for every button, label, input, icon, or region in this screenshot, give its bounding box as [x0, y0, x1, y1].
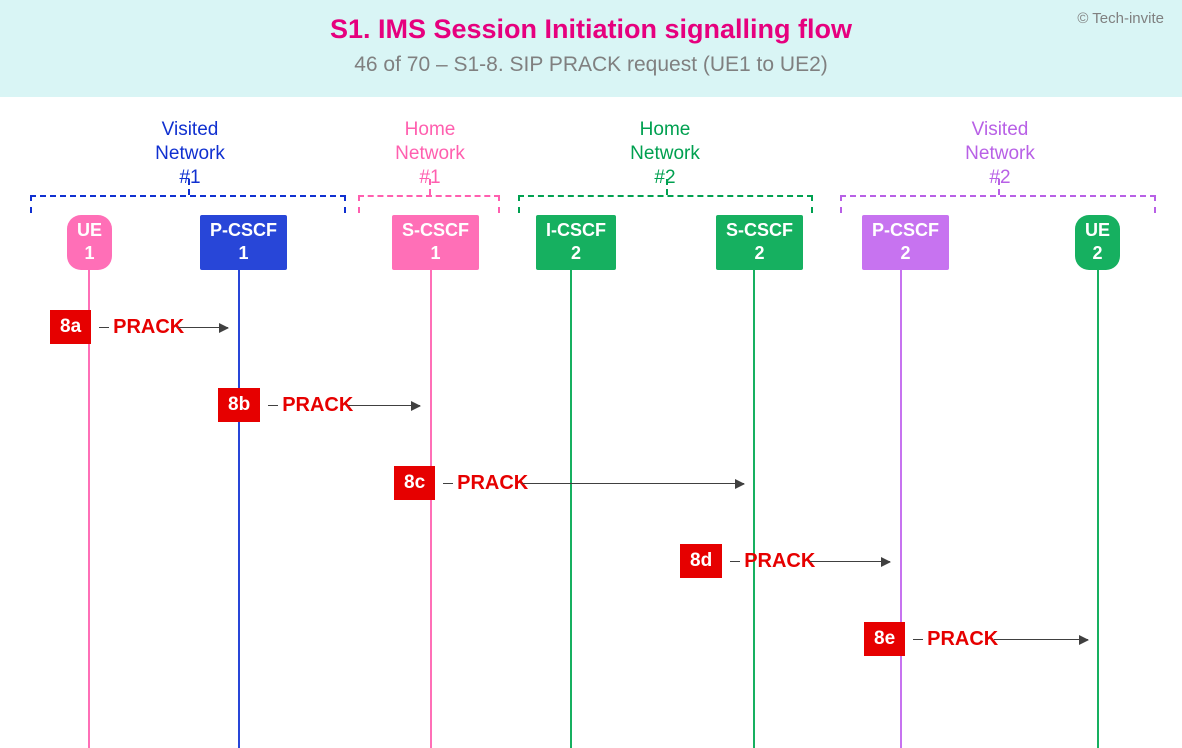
- text: I-CSCF: [546, 220, 606, 240]
- bracket-home2: [518, 195, 813, 213]
- text: S-CSCF: [402, 220, 469, 240]
- arrow-8b: [348, 405, 420, 406]
- text: Home: [405, 119, 456, 140]
- message-tag: 8a: [50, 310, 91, 344]
- message-text: PRACK: [927, 628, 998, 651]
- lifeline-pcscf2: [900, 268, 902, 748]
- bracket-visited1: [30, 195, 346, 213]
- text: 1: [430, 243, 440, 263]
- node-pcscf2: P-CSCF 2: [862, 215, 949, 270]
- text: 1: [238, 243, 248, 263]
- network-label-visited1: Visited Network #1: [120, 118, 260, 189]
- node-pcscf1: P-CSCF 1: [200, 215, 287, 270]
- text: S-CSCF: [726, 220, 793, 240]
- message-8c: 8c PRACK: [394, 466, 528, 500]
- page-title: S1. IMS Session Initiation signalling fl…: [20, 14, 1162, 45]
- text: UE: [77, 220, 102, 240]
- message-text: PRACK: [282, 394, 353, 417]
- message-8d: 8d PRACK: [680, 544, 815, 578]
- message-tag: 8e: [864, 622, 905, 656]
- bracket-home1: [358, 195, 500, 213]
- lifeline-scscf1: [430, 268, 432, 748]
- text: Network: [155, 143, 225, 164]
- arrow-8d: [810, 561, 890, 562]
- sequence-diagram: Visited Network #1 Home Network #1 Home …: [0, 100, 1182, 733]
- message-text: PRACK: [113, 316, 184, 339]
- text: Network: [395, 143, 465, 164]
- text: Network: [630, 143, 700, 164]
- text: 2: [1093, 243, 1103, 263]
- node-icscf2: I-CSCF 2: [536, 215, 616, 270]
- copyright-text: © Tech-invite: [1077, 10, 1164, 27]
- node-ue2: UE 2: [1075, 215, 1120, 270]
- message-tag: 8d: [680, 544, 722, 578]
- header-banner: © Tech-invite S1. IMS Session Initiation…: [0, 0, 1182, 97]
- text: 2: [754, 243, 764, 263]
- connector: [268, 405, 278, 406]
- page-subtitle: 46 of 70 – S1-8. SIP PRACK request (UE1 …: [20, 53, 1162, 77]
- text: Network: [965, 143, 1035, 164]
- lifeline-scscf2: [753, 268, 755, 748]
- connector: [99, 327, 109, 328]
- connector: [913, 639, 923, 640]
- arrow-8e: [994, 639, 1088, 640]
- message-text: PRACK: [744, 550, 815, 573]
- text: Visited: [972, 119, 1029, 140]
- message-8e: 8e PRACK: [864, 622, 998, 656]
- text: UE: [1085, 220, 1110, 240]
- arrow-8a: [178, 327, 228, 328]
- text: 2: [900, 243, 910, 263]
- bracket-visited2: [840, 195, 1156, 213]
- node-scscf1: S-CSCF 1: [392, 215, 479, 270]
- node-ue1: UE 1: [67, 215, 112, 270]
- lifeline-pcscf1: [238, 268, 240, 748]
- lifeline-ue2: [1097, 268, 1099, 748]
- message-8b: 8b PRACK: [218, 388, 353, 422]
- connector: [730, 561, 740, 562]
- node-scscf2: S-CSCF 2: [716, 215, 803, 270]
- connector: [443, 483, 453, 484]
- message-text: PRACK: [457, 472, 528, 495]
- message-tag: 8b: [218, 388, 260, 422]
- text: Visited: [162, 119, 219, 140]
- text: 1: [85, 243, 95, 263]
- lifeline-icscf2: [570, 268, 572, 748]
- text: Home: [640, 119, 691, 140]
- text: P-CSCF: [210, 220, 277, 240]
- message-8a: 8a PRACK: [50, 310, 184, 344]
- text: 2: [571, 243, 581, 263]
- text: P-CSCF: [872, 220, 939, 240]
- arrow-8c: [522, 483, 744, 484]
- message-tag: 8c: [394, 466, 435, 500]
- network-label-visited2: Visited Network #2: [930, 118, 1070, 189]
